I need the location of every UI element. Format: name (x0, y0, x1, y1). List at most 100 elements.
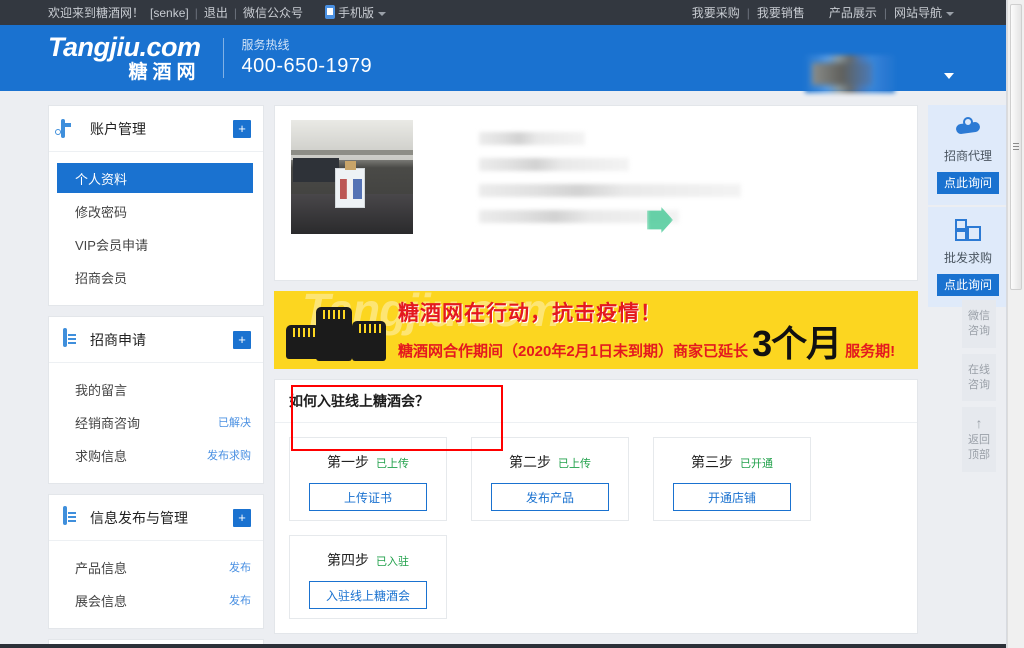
sidebar-item-change-password[interactable]: 修改密码 (49, 196, 263, 226)
sidebar-item-tag[interactable]: 发布 (229, 592, 251, 608)
step-title: 第一步 (327, 454, 369, 470)
topbar-left-group: 欢迎来到糖酒网！ [senke] | 退出 | 微信公众号 手机版 (48, 4, 387, 21)
separator: | (746, 5, 750, 20)
sidebar-header-publish[interactable]: 信息发布与管理 + (49, 495, 263, 541)
sell-link[interactable]: 我要销售 (757, 4, 805, 21)
hotline-block: 服务热线 400-650-1979 (242, 37, 373, 80)
promo-banner[interactable]: Tangjiu.com 糖酒网在行动，抗击疫情！ 糖酒网合作期间（2020年2月… (274, 291, 918, 369)
sidebar-expand-toggle-account[interactable]: + (233, 119, 251, 138)
id-card-icon (61, 118, 81, 139)
sidebar-title-publish: 信息发布与管理 (90, 509, 188, 526)
handshake-icon (928, 117, 1008, 143)
publish-product-button[interactable]: 发布产品 (491, 483, 609, 511)
sidebar-item-dealer-consult[interactable]: 经销商咨询 已解决 (49, 407, 263, 437)
step-title-row: 第一步 已上传 (290, 452, 446, 472)
site-nav-label: 网站导航 (893, 6, 942, 20)
phone-icon (325, 5, 335, 19)
quick-box-label: 招商代理 (943, 149, 992, 163)
tab-online-consult[interactable]: 在线 咨询 (962, 353, 996, 402)
site-header: Tangjiu.com 糖酒网 服务热线 400-650-1979 (0, 25, 1008, 93)
tab-line-1: 微信 (968, 310, 990, 322)
user-menu-chevron-down-icon[interactable] (944, 73, 954, 79)
join-online-fair-button[interactable]: 入驻线上糖酒会 (309, 581, 427, 609)
step-status-badge: 已上传 (376, 458, 409, 470)
photo-rail (291, 150, 413, 155)
floating-service-tabs: 微信 咨询 在线 咨询 ↑ 返回 顶部 (962, 300, 996, 478)
profile-photo-blurred[interactable] (291, 120, 413, 234)
sidebar-block-investment: 招商申请 + 我的留言 经销商咨询 已解决 求购信息 发布求购 (48, 316, 264, 484)
sidebar-header-investment[interactable]: 招商申请 + (49, 317, 263, 363)
sidebar-title-investment: 招商申请 (90, 331, 146, 348)
ask-now-button-wholesale[interactable]: 点此询问 (937, 274, 999, 296)
sidebar-item-tag[interactable]: 发布 (229, 559, 251, 575)
top-utility-bar: 欢迎来到糖酒网！ [senke] | 退出 | 微信公众号 手机版 我要采购 |… (0, 0, 1008, 25)
document-edit-icon (61, 327, 81, 350)
main-column: Tangjiu.com 糖酒网在行动，抗击疫情！ 糖酒网合作期间（2020年2月… (274, 105, 918, 648)
open-shop-button[interactable]: 开通店铺 (673, 483, 791, 511)
promo-text-block: 糖酒网在行动，抗击疫情！ 糖酒网合作期间（2020年2月1日未到期）商家已延长 … (398, 300, 910, 364)
profile-text-blurred (479, 120, 901, 266)
sidebar-item-label: 我的留言 (75, 382, 128, 398)
onboarding-steps-panel: 如何入驻线上糖酒会？ 第一步 已上传 上传证书 第二步 已上传 发布产品 第三步… (274, 379, 918, 634)
hotline-number: 400-650-1979 (241, 55, 373, 78)
step-title: 第三步 (691, 454, 733, 470)
sidebar-item-tag[interactable]: 已解决 (218, 414, 251, 430)
sidebar-item-tag[interactable]: 发布求购 (207, 447, 251, 463)
sidebar-header-account[interactable]: 账户管理 + (49, 106, 263, 152)
quick-box-wholesale-purchase: 批发求购 点此询问 (928, 207, 1008, 307)
upload-certificate-button[interactable]: 上传证书 (309, 483, 427, 511)
sidebar-block-account: 账户管理 + 个人资料 修改密码 VIP会员申请 招商会员 (48, 105, 264, 306)
step-title: 第二步 (509, 454, 551, 470)
scrollbar-thumb[interactable] (1010, 4, 1022, 290)
step-card-3: 第三步 已开通 开通店铺 (653, 437, 811, 521)
site-nav-link[interactable]: 网站导航 (894, 4, 954, 21)
arrow-up-icon: ↑ (975, 415, 983, 432)
window-bottom-edge (0, 644, 1008, 648)
sidebar-item-personal-info[interactable]: 个人资料 (57, 163, 253, 193)
logo-chinese-text: 糖酒网 (128, 62, 201, 83)
sidebar-item-label: 修改密码 (75, 204, 128, 220)
step-status-badge: 已开通 (740, 458, 773, 470)
products-link[interactable]: 产品展示 (829, 4, 877, 21)
separator: | (883, 5, 887, 20)
logout-link[interactable]: 退出 (204, 4, 228, 21)
page-root: 欢迎来到糖酒网！ [senke] | 退出 | 微信公众号 手机版 我要采购 |… (0, 0, 1008, 648)
sidebar-item-label: 个人资料 (75, 171, 128, 187)
quick-box-investment-agent: 招商代理 点此询问 (928, 105, 1008, 205)
tab-line-2: 顶部 (968, 449, 990, 462)
sidebar-expand-toggle-publish[interactable]: + (233, 508, 251, 527)
tab-wechat-consult[interactable]: 微信 咨询 (962, 300, 996, 348)
vertical-scrollbar[interactable] (1007, 0, 1024, 648)
sidebar-item-my-messages[interactable]: 我的留言 (49, 374, 263, 404)
tab-line-1: 返回 (968, 434, 990, 447)
photo-dark-object (293, 158, 339, 182)
quick-box-label: 批发求购 (943, 251, 992, 265)
account-name-link[interactable]: [senke] (150, 6, 189, 20)
buy-link[interactable]: 我要采购 (692, 4, 740, 21)
mobile-version-link[interactable]: 手机版 (325, 4, 387, 21)
step-title: 第四步 (327, 552, 369, 568)
tab-line-1: 在线 (968, 363, 990, 376)
sidebar-item-investment-member[interactable]: 招商会员 (49, 262, 263, 292)
steps-panel-heading: 如何入驻线上糖酒会？ (275, 380, 917, 423)
document-edit-icon (61, 505, 81, 528)
step-title-row: 第三步 已开通 (654, 452, 810, 472)
sidebar-item-exhibition-info[interactable]: 展会信息 发布 (49, 585, 263, 615)
sidebar-item-purchase-info[interactable]: 求购信息 发布求购 (49, 440, 263, 470)
logo-domain-text: Tangjiu.com (48, 32, 201, 62)
sidebar-item-label: VIP会员申请 (75, 237, 148, 253)
site-logo[interactable]: Tangjiu.com 糖酒网 (48, 32, 201, 83)
promo-subline-before: 糖酒网合作期间（2020年2月1日未到期）商家已延长 (398, 343, 749, 361)
step-status-badge: 已入驻 (376, 556, 409, 568)
sidebar-item-label: 经销商咨询 (75, 415, 141, 431)
sidebar-item-label: 展会信息 (75, 593, 128, 609)
profile-line (479, 132, 585, 145)
wechat-official-link[interactable]: 微信公众号 (243, 4, 303, 21)
sidebar-expand-toggle-investment[interactable]: + (233, 330, 251, 349)
ask-now-button-agent[interactable]: 点此询问 (937, 172, 999, 194)
sidebar-item-product-info[interactable]: 产品信息 发布 (49, 552, 263, 582)
step-title-row: 第四步 已入驻 (290, 550, 446, 570)
sidebar-item-label: 招商会员 (75, 270, 128, 286)
tab-back-to-top[interactable]: ↑ 返回 顶部 (962, 407, 996, 473)
sidebar-item-vip-application[interactable]: VIP会员申请 (49, 229, 263, 259)
